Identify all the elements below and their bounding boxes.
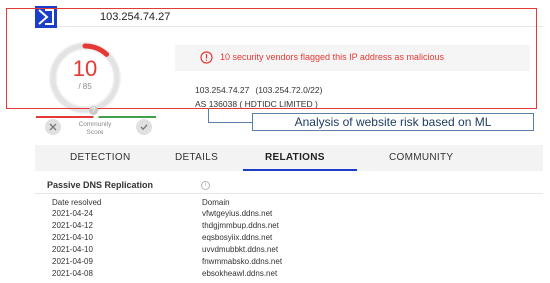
row-domain-link[interactable]: uvvdmubbkt.ddns.net [202,245,278,254]
question-icon: ? [89,106,98,115]
row-domain-link[interactable]: ebsokheawl.ddns.net [202,269,277,278]
row-date: 2021-04-08 [52,269,93,278]
highlight-box [6,8,537,109]
row-domain-link[interactable]: fnwmmabsko.ddns.net [202,257,282,266]
tab-relations[interactable]: RELATIONS [265,145,325,171]
info-icon[interactable]: i [201,181,210,190]
vote-harmless-button[interactable] [136,119,152,135]
close-icon [49,123,57,131]
annotation-box: Analysis of website risk based on ML [252,113,534,131]
check-icon [140,124,148,131]
table-row: 2021-04-09 fnwmmabsko.ddns.net [35,257,543,269]
community-score-bar [36,116,156,118]
row-date: 2021-04-10 [52,233,93,242]
annotation-pointer-line [208,108,252,123]
row-domain-link[interactable]: thdgjmmbup.ddns.net [202,221,279,230]
table-row: 2021-04-10 uvvdmubbkt.ddns.net [35,245,543,257]
section-divider [35,193,543,194]
passive-dns-title: Passive DNS Replication [47,180,154,190]
active-tab-indicator [243,169,357,171]
tab-detection[interactable]: DETECTION [70,145,130,171]
tab-community[interactable]: COMMUNITY [389,145,453,171]
table-row: 2021-04-12 thdgjmmbup.ddns.net [35,221,543,233]
row-date: 2021-04-09 [52,257,93,266]
row-date: 2021-04-10 [52,245,93,254]
community-label-line1: Community [78,121,112,128]
row-domain-link[interactable]: vfwtgeyius.ddns.net [202,209,272,218]
column-header-domain: Domain [202,198,230,207]
table-row: 2021-04-10 eqsbosyiix.ddns.net [35,233,543,245]
table-row: 2021-04-08 ebsokheawl.ddns.net [35,269,543,281]
table-row: 2021-04-24 vfwtgeyius.ddns.net [35,209,543,221]
row-date: 2021-04-24 [52,209,93,218]
tab-bar: DETECTION DETAILS RELATIONS COMMUNITY [35,145,543,171]
tab-details[interactable]: DETAILS [175,145,218,171]
row-date: 2021-04-12 [52,221,93,230]
row-domain-link[interactable]: eqsbosyiix.ddns.net [202,233,272,242]
column-header-date: Date resolved [52,198,102,207]
community-score-label: Community Score [70,121,120,137]
community-label-line2: Score [86,129,104,136]
vote-harmful-button[interactable] [45,119,61,135]
